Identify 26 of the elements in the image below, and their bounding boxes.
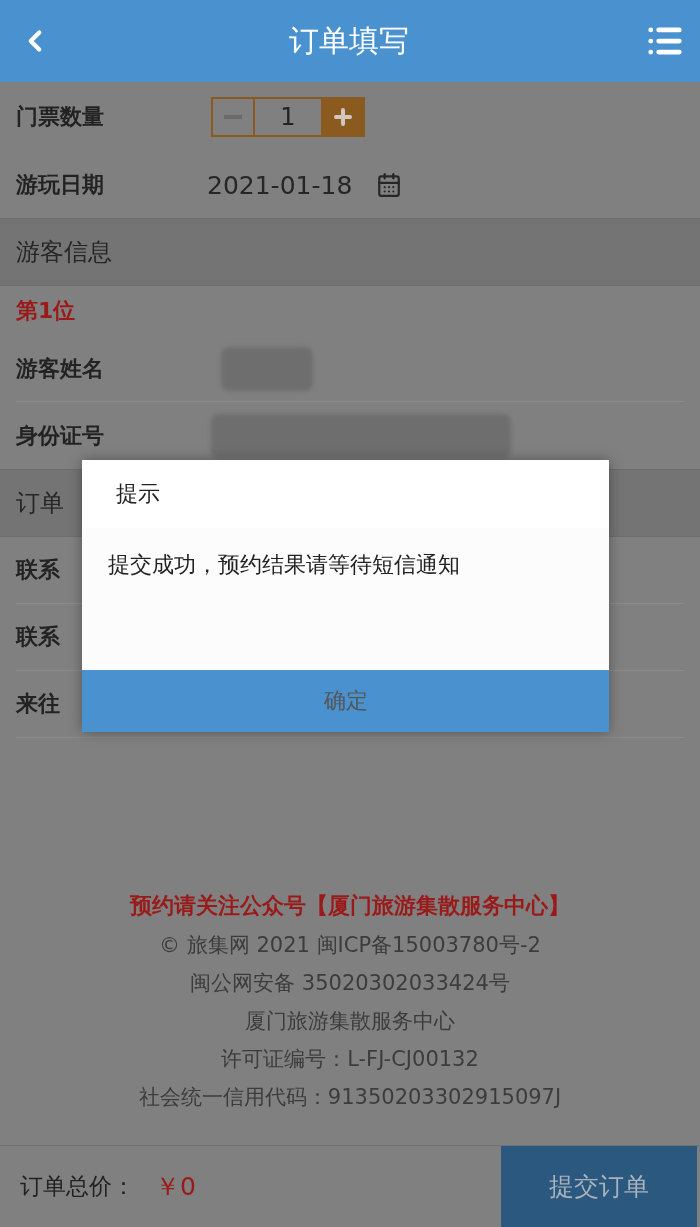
total-label: 订单总价： — [20, 1172, 135, 1201]
footer-text: 许可证编号：L-FJ-CJ00132 — [221, 1046, 479, 1073]
calendar-icon[interactable] — [376, 172, 403, 198]
field-label: 游玩日期 — [16, 171, 104, 199]
section-header: 游客信息 — [0, 218, 700, 286]
plus-button[interactable] — [323, 99, 363, 135]
page-title: 订单填写 — [289, 21, 409, 60]
total-price: ￥0 — [155, 1171, 196, 1203]
plus-icon — [331, 105, 355, 129]
visitor-index: 第1位 — [15, 297, 77, 325]
field-label: 身份证号 — [16, 421, 104, 450]
dialog-title: 提示 — [115, 480, 161, 508]
footer-text: 厦门旅游集散服务中心 — [245, 1008, 455, 1035]
field-label: 联系 — [16, 623, 60, 651]
date-value[interactable]: 2021-01-18 — [207, 170, 353, 200]
footer-text: 社会统一信用代码：91350203302915097J — [138, 1084, 562, 1111]
field-label: 联系 — [16, 556, 60, 584]
footer-text: 闽公网安备 35020302033424号 — [190, 970, 510, 997]
field-label: 游客姓名 — [16, 354, 104, 383]
field-label: 门票数量 — [16, 103, 104, 131]
notice-text: 预约请关注公众号【厦门旅游集散服务中心】 — [130, 892, 570, 920]
confirm-button[interactable]: 确定 — [82, 670, 609, 732]
dialog-message: 提交成功，预约结果请等待短信通知 — [82, 528, 609, 670]
field-label: 来往 — [16, 690, 60, 718]
footer-text: © 旅集网 2021 闽ICP备15003780号-2 — [159, 932, 541, 959]
submit-button[interactable]: 提交订单 — [501, 1146, 697, 1227]
